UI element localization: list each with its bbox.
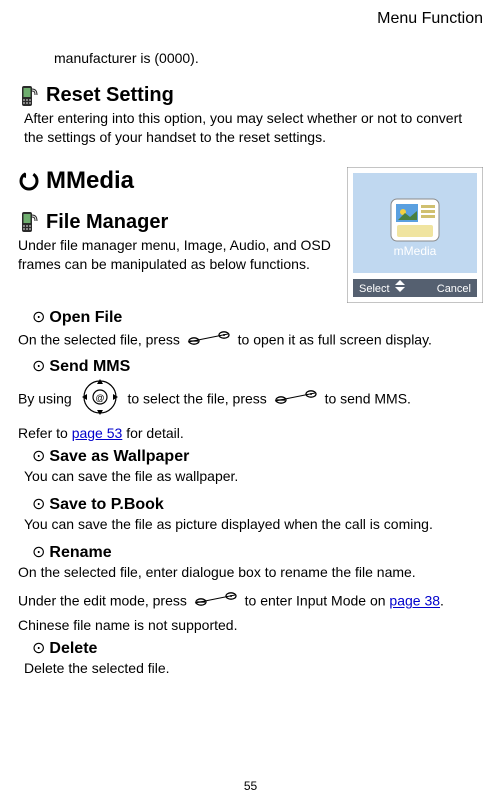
- file-manager-heading-row: File Manager: [18, 211, 341, 234]
- page-header: Menu Function: [18, 10, 483, 28]
- rename-line1: On the selected file, enter dialogue box…: [18, 563, 483, 582]
- save-pbook-heading: ⊙Save to P.Book: [32, 496, 483, 514]
- reset-setting-heading-row: Reset Setting: [18, 84, 483, 107]
- delete-heading: ⊙Delete: [32, 640, 483, 658]
- svg-text:Select: Select: [359, 283, 390, 295]
- soft-key-icon: [186, 328, 232, 354]
- rename-heading: ⊙Rename: [32, 544, 483, 562]
- svg-text:mMedia: mMedia: [394, 244, 437, 258]
- manufacturer-line: manufacturer is (0000).: [54, 50, 483, 66]
- phone-icon: [18, 211, 40, 233]
- phone-icon: [18, 85, 40, 107]
- page-38-link[interactable]: page 38: [389, 593, 440, 609]
- soft-key-icon: [273, 387, 319, 413]
- open-file-heading: ⊙Open File: [32, 309, 483, 327]
- page-53-link[interactable]: page 53: [72, 425, 123, 441]
- bullet-icon: ⊙: [32, 359, 45, 375]
- soft-key-icon: [193, 589, 239, 615]
- reset-setting-heading: Reset Setting: [46, 84, 174, 107]
- file-manager-heading: File Manager: [46, 211, 168, 234]
- rename-line2: Under the edit mode, press to enter Inpu…: [18, 589, 483, 636]
- mmedia-preview-box: mMedia Select Cancel: [347, 167, 483, 303]
- mmedia-heading-row: MMedia: [18, 167, 341, 195]
- bullet-icon: ⊙: [32, 641, 45, 657]
- svg-text:@: @: [95, 393, 104, 403]
- bullet-icon: ⊙: [32, 497, 45, 513]
- nav-ring-icon: @: [78, 377, 122, 423]
- reset-setting-body: After entering into this option, you may…: [24, 109, 483, 147]
- send-mms-body: By using @ to select the file, press to …: [18, 377, 483, 444]
- save-wallpaper-body: You can save the file as wallpaper.: [24, 467, 483, 486]
- save-pbook-body: You can save the file as picture display…: [24, 515, 483, 534]
- send-mms-heading: ⊙Send MMS: [32, 358, 483, 376]
- delete-body: Delete the selected file.: [24, 659, 483, 678]
- bullet-icon: ⊙: [32, 449, 45, 465]
- bullet-icon: ⊙: [32, 545, 45, 561]
- open-file-body: On the selected file, press to open it a…: [18, 328, 483, 354]
- svg-text:Cancel: Cancel: [437, 283, 471, 295]
- save-wallpaper-heading: ⊙Save as Wallpaper: [32, 448, 483, 466]
- refresh-icon: [18, 170, 40, 192]
- bullet-icon: ⊙: [32, 310, 45, 326]
- page-number: 55: [0, 779, 501, 793]
- mmedia-heading: MMedia: [46, 167, 134, 195]
